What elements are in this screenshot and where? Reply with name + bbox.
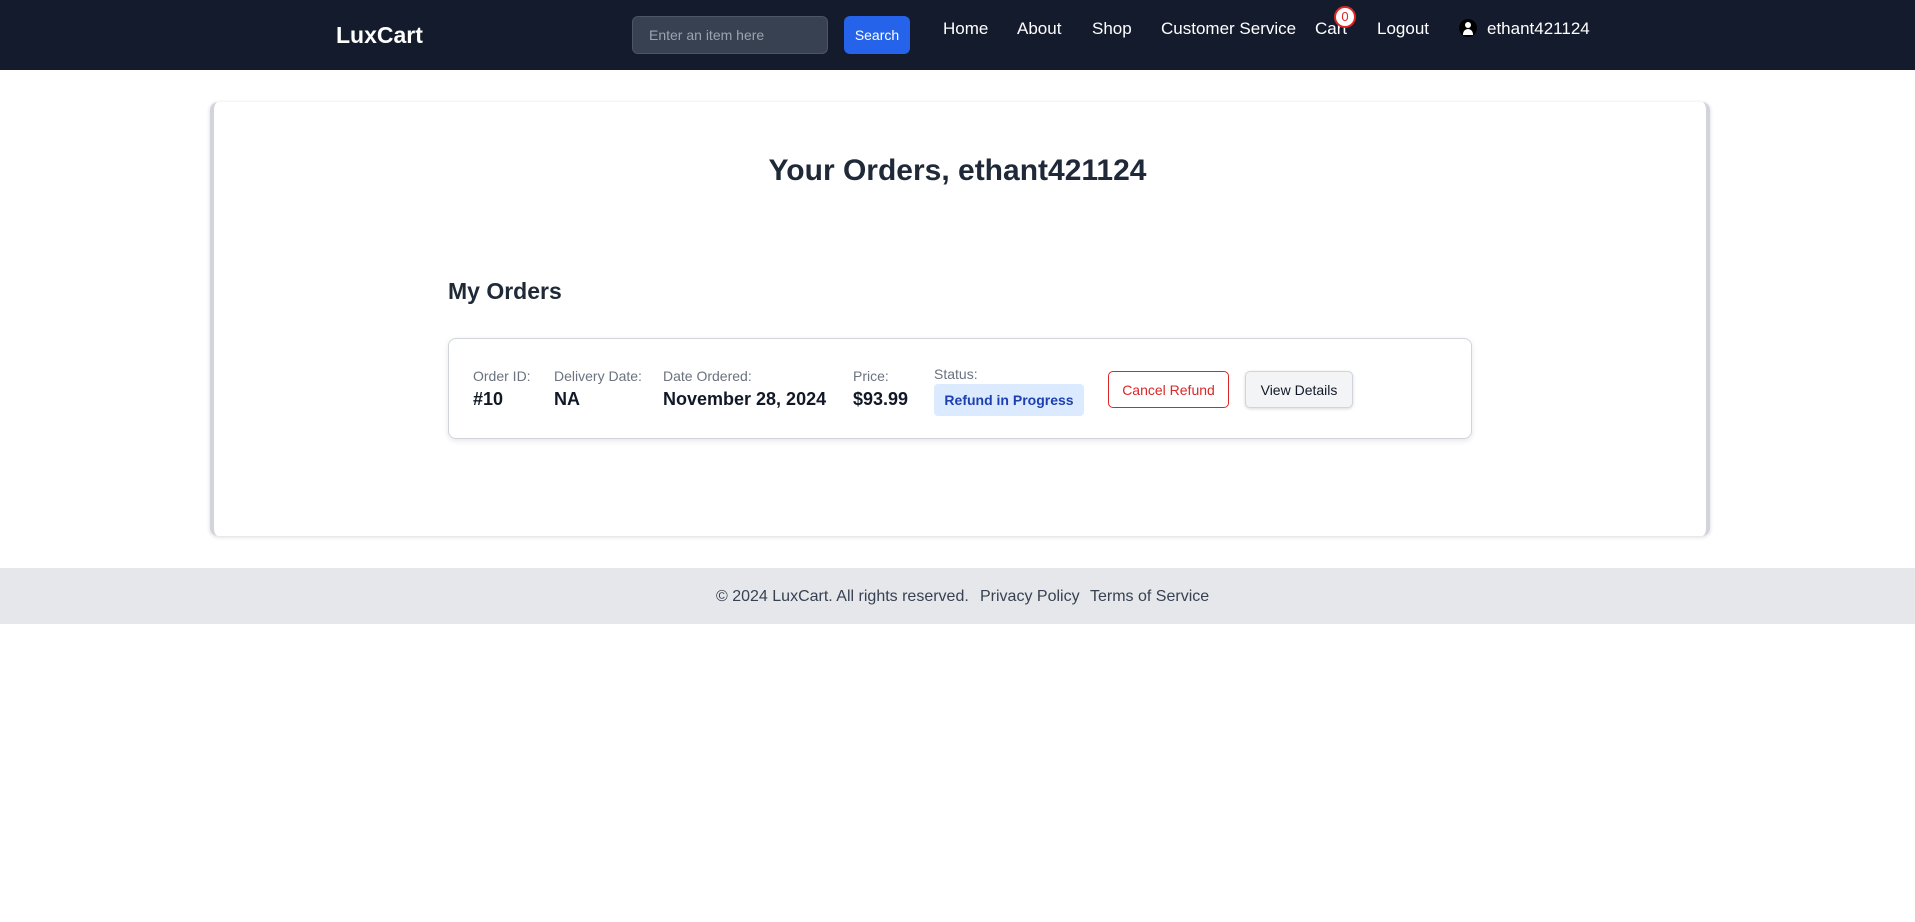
section-title: My Orders	[448, 278, 562, 304]
order-id-label: Order ID:	[473, 368, 531, 384]
nav-link-customer-service[interactable]: Customer Service	[1161, 19, 1296, 39]
nav-link-logout[interactable]: Logout	[1377, 19, 1429, 39]
status-label: Status:	[934, 366, 978, 382]
nav-link-about[interactable]: About	[1017, 19, 1061, 39]
nav-link-shop[interactable]: Shop	[1092, 19, 1132, 39]
footer-copyright: © 2024 LuxCart. All rights reserved.	[716, 588, 969, 605]
search-input[interactable]	[632, 16, 828, 54]
date-ordered-value: November 28, 2024	[663, 389, 827, 409]
price-value: $93.99	[853, 389, 909, 409]
nav-link-home[interactable]: Home	[943, 19, 988, 39]
footer-terms-link[interactable]: Terms of Service	[1090, 588, 1209, 606]
delivery-date-value: NA	[554, 389, 580, 409]
order-id-value: #10	[473, 389, 504, 409]
search-button[interactable]: Search	[844, 16, 910, 54]
cancel-refund-button[interactable]: Cancel Refund	[1108, 371, 1229, 408]
brand-logo[interactable]: LuxCart	[336, 22, 423, 49]
status-badge: Refund in Progress	[934, 384, 1084, 416]
delivery-date-label: Delivery Date:	[554, 368, 642, 384]
nav-username[interactable]: ethant421124	[1487, 19, 1590, 39]
user-icon	[1459, 19, 1477, 37]
view-details-button[interactable]: View Details	[1245, 371, 1353, 408]
cart-count-badge: 0	[1334, 6, 1356, 28]
price-label: Price:	[853, 368, 889, 384]
footer-privacy-link[interactable]: Privacy Policy	[980, 588, 1080, 606]
top-navbar: LuxCart Search Home About Shop Customer …	[0, 0, 1915, 70]
page-title: Your Orders, ethant421124	[768, 154, 1147, 187]
date-ordered-label: Date Ordered:	[663, 368, 752, 384]
footer: © 2024 LuxCart. All rights reserved. Pri…	[0, 568, 1915, 624]
